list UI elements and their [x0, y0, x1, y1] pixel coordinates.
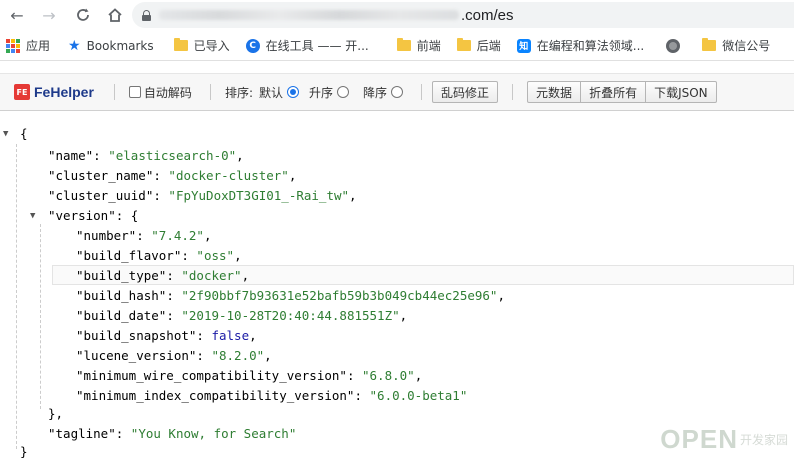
lock-icon: [142, 9, 151, 21]
fehelper-logo: FE FeHelper: [14, 84, 94, 100]
back-arrow-icon[interactable]: ←: [6, 4, 28, 26]
bookmark-label: 前端: [416, 39, 441, 53]
json-line-min-index: "minimum_index_compatibility_version": "…: [76, 388, 468, 403]
divider: [113, 84, 115, 100]
address-bar[interactable]: .com/es: [132, 2, 794, 28]
sort-asc-radio[interactable]: [337, 86, 350, 98]
bookmark-frontend[interactable]: 前端: [391, 34, 447, 58]
json-line-lucene-version: "lucene_version": "8.2.0",: [76, 348, 272, 363]
watermark-open: OPEN: [660, 424, 738, 454]
folder-icon: [456, 38, 471, 51]
bookmark-zhihu[interactable]: 知 在编程和算法领域...: [511, 34, 650, 58]
star-icon: ★: [68, 37, 81, 54]
download-json-button[interactable]: 下载JSON: [645, 81, 717, 103]
watermark-cn: 开发家园: [739, 432, 788, 447]
bookmark-apps[interactable]: 应用: [0, 34, 56, 58]
divider: [512, 84, 514, 100]
sort-asc-label: 升序: [309, 85, 334, 100]
sort-default-label: 默认: [258, 85, 283, 100]
globe-icon: [666, 38, 681, 53]
bookmark-online-tools[interactable]: C 在线工具 —— 开...: [240, 34, 375, 58]
url-text: .com/es: [461, 6, 514, 24]
divider: [421, 84, 423, 100]
bookmark-label: 应用: [26, 39, 51, 53]
json-line-build-snapshot: "build_snapshot": false,: [76, 328, 257, 343]
fehelper-toolbar: FE FeHelper 自动解码 排序: 默认 升序 降序 乱码修正 元数据 折…: [0, 73, 794, 111]
raw-data-button[interactable]: 元数据: [527, 81, 582, 103]
bookmarks-bar: 应用 ★ Bookmarks 已导入 C 在线工具 —— 开... 前端 后端 …: [0, 31, 794, 61]
json-line-build-hash: "build_hash": "2f90bbf7b93631e52bafb59b3…: [76, 288, 505, 303]
bookmark-label: 在线工具 —— 开...: [265, 39, 369, 53]
fix-garbled-button[interactable]: 乱码修正: [432, 81, 499, 103]
bookmark-label: 后端: [476, 39, 501, 53]
json-line-name: "name": "elasticsearch-0",: [48, 148, 244, 163]
bookmark-globe[interactable]: [660, 34, 692, 58]
bookmark-label: Bookmarks: [86, 38, 154, 53]
browser-toolbar: ← → .com/es: [0, 0, 794, 30]
collapse-all-button[interactable]: 折叠所有: [580, 81, 647, 103]
fehelper-logo-icon: FE: [14, 84, 30, 100]
view-button-group: 元数据 折叠所有 下载JSON: [527, 81, 717, 103]
sort-desc-label: 降序: [363, 85, 388, 100]
sort-desc-radio[interactable]: [391, 86, 404, 98]
indent-guide: [40, 224, 41, 409]
indent-guide: [16, 144, 17, 449]
home-icon[interactable]: [104, 4, 126, 26]
divider: [209, 84, 211, 100]
auto-decode-checkbox[interactable]: [128, 86, 141, 98]
bookmark-label: 已导入: [193, 39, 230, 53]
json-root-close: }: [20, 444, 28, 459]
folder-icon: [396, 38, 411, 51]
json-viewer: ▼ { "name": "elasticsearch-0", "cluster_…: [0, 124, 794, 459]
folder-icon: [702, 38, 717, 51]
json-version-close: },: [48, 406, 64, 421]
collapse-triangle-icon[interactable]: ▼: [30, 211, 35, 221]
watermark: OPEN 开发家园: [660, 424, 788, 455]
zhihu-icon: 知: [516, 38, 531, 53]
bookmark-wechat[interactable]: 微信公号: [696, 34, 776, 58]
apps-grid-icon: [6, 38, 20, 53]
forward-arrow-icon[interactable]: →: [38, 4, 60, 26]
sort-label: 排序:: [224, 85, 253, 100]
json-line-build-date: "build_date": "2019-10-28T20:40:44.88155…: [76, 308, 408, 323]
fehelper-title: FeHelper: [34, 84, 94, 100]
json-line-cluster-uuid: "cluster_uuid": "FpYuDoxDT3GI01_-Rai_tw"…: [48, 188, 357, 203]
bookmark-label: 微信公号: [722, 39, 771, 53]
json-root-open: {: [20, 126, 28, 141]
c-logo-icon: C: [245, 38, 260, 53]
json-line-cluster-name: "cluster_name": "docker-cluster",: [48, 168, 297, 183]
url-redacted: [159, 10, 459, 20]
json-line-tagline: "tagline": "You Know, for Search": [48, 426, 297, 441]
bookmark-label: 在编程和算法领域...: [536, 39, 645, 53]
json-line-build-flavor: "build_flavor": "oss",: [76, 248, 242, 263]
sort-default-radio[interactable]: [287, 86, 299, 98]
json-line-build-type: "build_type": "docker",: [76, 268, 250, 283]
bookmark-bookmarks[interactable]: ★ Bookmarks: [62, 34, 160, 58]
bookmark-backend[interactable]: 后端: [451, 34, 507, 58]
reload-icon[interactable]: [72, 4, 94, 26]
json-line-min-wire: "minimum_wire_compatibility_version": "6…: [76, 368, 423, 383]
auto-decode-label: 自动解码: [143, 85, 192, 100]
bookmark-imported[interactable]: 已导入: [168, 34, 236, 58]
json-line-number: "number": "7.4.2",: [76, 228, 212, 243]
collapse-triangle-icon[interactable]: ▼: [3, 129, 8, 139]
json-line-version: "version": {: [48, 208, 139, 223]
folder-icon: [173, 38, 188, 51]
